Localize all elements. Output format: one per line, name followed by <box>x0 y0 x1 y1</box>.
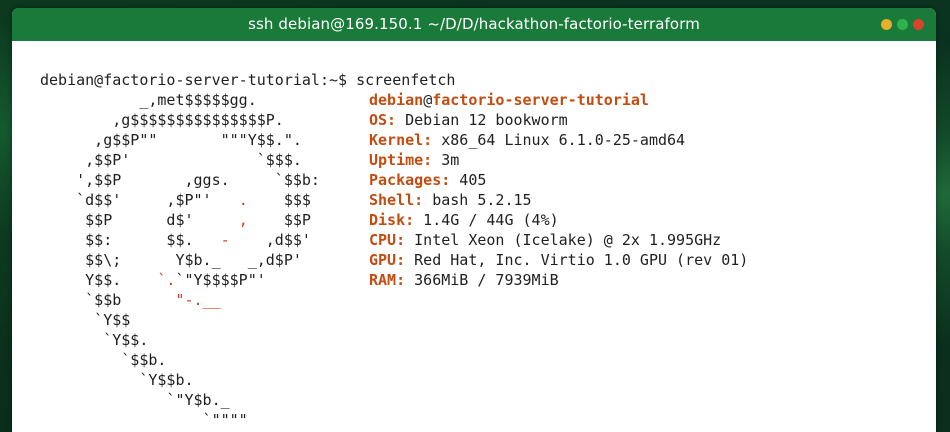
terminal-window: ssh debian@169.150.1 ~/D/D/hackathon-fac… <box>12 8 936 432</box>
info-row: Uptime: 3m <box>369 150 459 170</box>
logo-text-segment: `$$b. <box>40 351 167 369</box>
logo-text-segment: $$$ <box>247 191 311 209</box>
logo-line: `Y$$. <box>40 330 148 350</box>
logo-line: $$\; Y$b._ _,d$P' <box>40 250 302 270</box>
logo-text-segment: $$\; Y$b._ _,d$P' <box>40 251 302 269</box>
logo-swirl-segment: "-.__ <box>175 291 221 309</box>
info-value: 3m <box>432 151 460 169</box>
info-row: CPU: Intel Xeon (Icelake) @ 2x 1.995GHz <box>369 230 721 250</box>
logo-swirl-segment: - <box>220 231 230 249</box>
info-row: GPU: Red Hat, Inc. Virtio 1.0 GPU (rev 0… <box>369 250 748 270</box>
logo-line: `"Y$b._ <box>40 390 230 410</box>
logo-text-segment: ,$$P' `$$$. <box>40 151 302 169</box>
info-row: OS: Debian 12 bookworm <box>369 110 568 130</box>
logo-line: Y$$. `.`"Y$$$$P"' <box>40 270 266 290</box>
logo-text-segment: `Y$$. <box>40 331 149 349</box>
info-value: 405 <box>450 171 487 189</box>
info-row: Packages: 405 <box>369 170 486 190</box>
logo-text-segment: `"Y$b._ <box>40 391 230 409</box>
logo-line: `Y$$ <box>40 310 130 330</box>
logo-text-segment: ,g$$P"" """Y$$.". <box>40 131 302 149</box>
info-label: Disk: <box>369 211 415 229</box>
window-controls <box>881 19 924 30</box>
at-sign: @ <box>423 91 433 109</box>
logo-line: ,g$$P"" """Y$$.". <box>40 130 302 150</box>
logo-line: $$: $$. - ,d$$' <box>40 230 311 250</box>
hostname: factorio-server-tutorial <box>432 91 649 109</box>
logo-line: _,met$$$$$gg. <box>40 90 257 110</box>
logo-swirl-segment: `. <box>157 271 176 289</box>
logo-text-segment: ,g$$$$$$$$$$$$$$$P. <box>40 111 284 129</box>
terminal-output[interactable]: debian@factorio-server-tutorial:~$ scree… <box>12 41 936 432</box>
logo-line: ',$$P ,ggs. `$$b: <box>40 170 320 190</box>
prompt-line: debian@factorio-server-tutorial:~$ scree… <box>40 71 456 89</box>
window-title: ssh debian@169.150.1 ~/D/D/hackathon-fac… <box>248 15 700 33</box>
maximize-button[interactable] <box>897 19 908 30</box>
info-label: Packages: <box>369 171 451 189</box>
logo-line: `Y$$b. <box>40 370 194 390</box>
logo-line: `$$b. <box>40 350 166 370</box>
info-value: 1.4G / 44G (4%) <box>414 211 559 229</box>
logo-swirl-segment: , <box>238 211 248 229</box>
logo-text-segment: _,met$$$$$gg. <box>40 91 257 109</box>
logo-text-segment: `Y$$b. <box>40 371 194 389</box>
info-label: Uptime: <box>369 151 433 169</box>
logo-line: ,$$P' `$$$. <box>40 150 302 170</box>
info-value: bash 5.2.15 <box>423 191 532 209</box>
info-row: Disk: 1.4G / 44G (4%) <box>369 210 559 230</box>
logo-text-segment: `"""" <box>40 411 248 429</box>
logo-swirl-segment: . <box>238 191 248 209</box>
logo-text-segment: $$P d$' <box>40 211 239 229</box>
info-label: OS: <box>369 111 397 129</box>
info-row: RAM: 366MiB / 7939MiB <box>369 270 559 290</box>
info-value: Debian 12 bookworm <box>396 111 568 129</box>
logo-text-segment: $$: $$. <box>40 231 221 249</box>
logo-line: $$P d$' , $$P <box>40 210 311 230</box>
info-value: x86_64 Linux 6.1.0-25-amd64 <box>432 131 686 149</box>
close-button[interactable] <box>913 19 924 30</box>
minimize-button[interactable] <box>881 19 892 30</box>
logo-text-segment: `d$$' ,$P"' <box>40 191 239 209</box>
logo-text-segment: `$$b <box>40 291 176 309</box>
info-label: RAM: <box>369 271 406 289</box>
logo-text-segment: `Y$$ <box>40 311 131 329</box>
logo-text-segment: Y$$. <box>40 271 158 289</box>
info-label: Kernel: <box>369 131 433 149</box>
info-label: CPU: <box>369 231 406 249</box>
info-label: GPU: <box>369 251 406 269</box>
logo-line: `"""" <box>40 410 248 430</box>
logo-line: `d$$' ,$P"' . $$$ <box>40 190 311 210</box>
title-bar[interactable]: ssh debian@169.150.1 ~/D/D/hackathon-fac… <box>12 8 936 41</box>
logo-text-segment: `"Y$$$$P"' <box>175 271 266 289</box>
info-row: Kernel: x86_64 Linux 6.1.0-25-amd64 <box>369 130 685 150</box>
logo-line: `$$b "-.__ <box>40 290 221 310</box>
logo-text-segment: ',$$P ,ggs. `$$b: <box>40 171 320 189</box>
info-value: Red Hat, Inc. Virtio 1.0 GPU (rev 01) <box>405 251 749 269</box>
info-label: Shell: <box>369 191 424 209</box>
info-row: Shell: bash 5.2.15 <box>369 190 532 210</box>
info-value: 366MiB / 7939MiB <box>405 271 559 289</box>
logo-text-segment: $$P <box>247 211 311 229</box>
logo-line: ,g$$$$$$$$$$$$$$$P. <box>40 110 284 130</box>
user-host-line: debian@factorio-server-tutorial <box>369 90 649 110</box>
username: debian <box>369 91 424 109</box>
info-value: Intel Xeon (Icelake) @ 2x 1.995GHz <box>405 231 722 249</box>
logo-text-segment: ,d$$' <box>229 231 311 249</box>
